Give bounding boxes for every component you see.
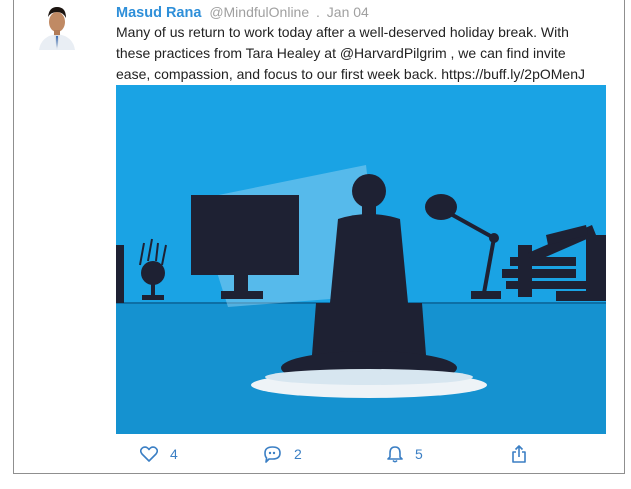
bell-icon — [387, 446, 403, 463]
tweet-text-line: ease, compassion, and focus to our first… — [116, 66, 585, 82]
tweet-media-image[interactable] — [116, 85, 606, 434]
like-count: 4 — [170, 446, 178, 462]
share-icon — [512, 445, 526, 463]
author-handle[interactable]: @MindfulOnline — [209, 4, 309, 20]
tweet-text-line: Many of us return to work today after a … — [116, 24, 569, 40]
avatar[interactable] — [37, 0, 77, 50]
tweet-text-line: these practices from Tara Healey at @Har… — [116, 45, 566, 61]
meditation-illustration — [116, 85, 606, 434]
tweet-date[interactable]: Jan 04 — [327, 4, 369, 20]
notify-count: 5 — [415, 446, 423, 462]
notify-button[interactable]: 5 — [387, 444, 423, 464]
share-button[interactable] — [511, 444, 527, 464]
like-button[interactable]: 4 — [140, 444, 178, 464]
reply-button[interactable]: 2 — [263, 444, 302, 464]
speech-bubble-icon — [264, 446, 281, 463]
author-name[interactable]: Masud Rana — [116, 5, 201, 21]
meta-separator: . — [316, 4, 320, 20]
tweet-header: Masud Rana @MindfulOnline . Jan 04 — [116, 4, 369, 21]
reply-count: 2 — [294, 446, 302, 462]
tweet-text: Many of us return to work today after a … — [116, 22, 616, 85]
heart-icon — [140, 446, 158, 462]
tweet-actions: 4 2 5 — [0, 440, 631, 468]
